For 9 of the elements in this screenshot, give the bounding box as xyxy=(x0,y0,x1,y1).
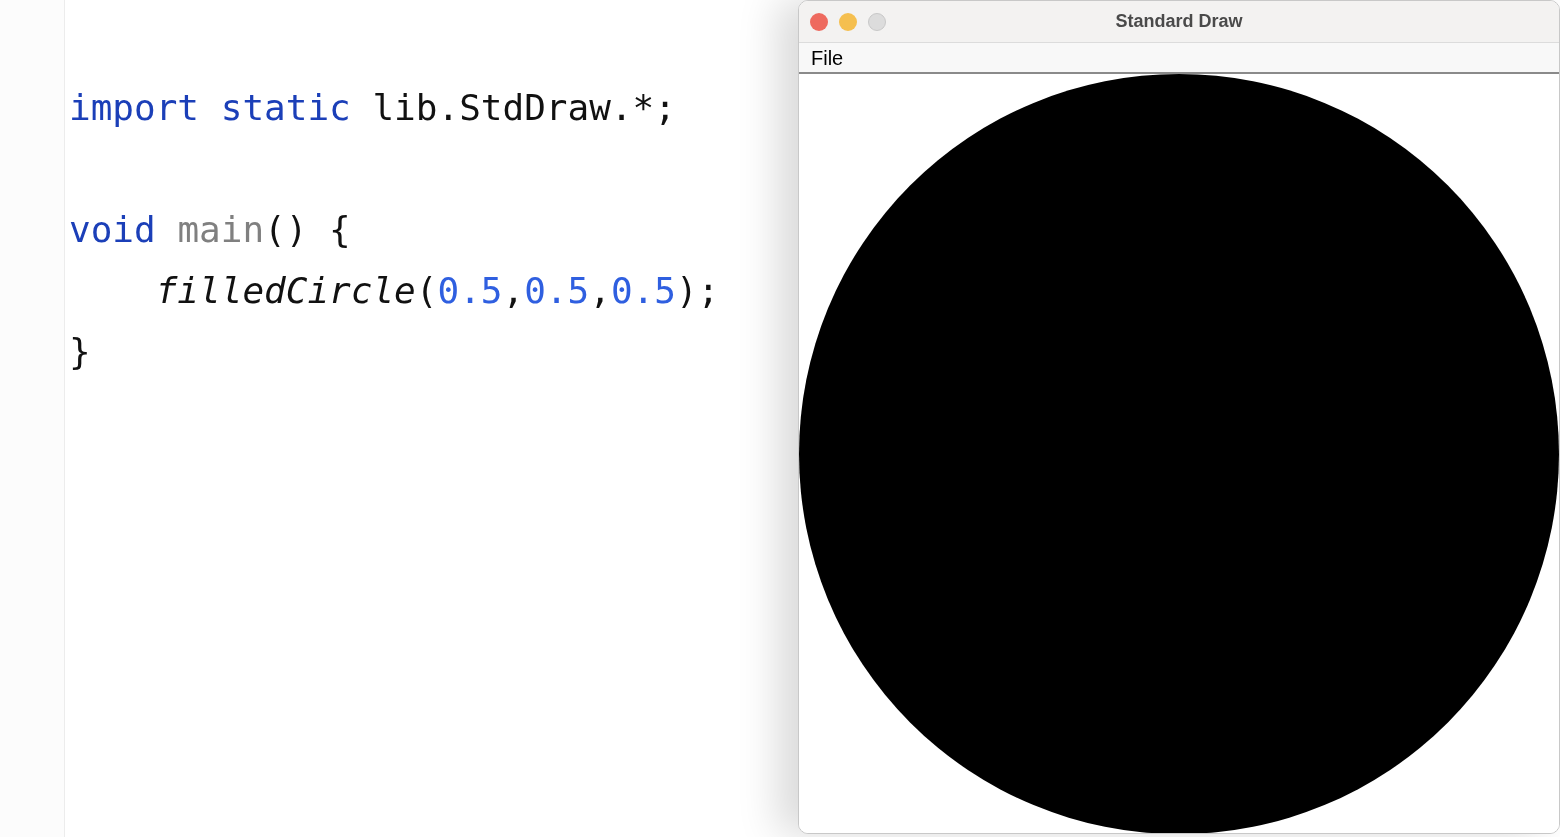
menu-item[interactable]: File xyxy=(811,42,844,73)
code-line: filledCircle(0.5,0.5,0.5); xyxy=(154,269,720,313)
code-line: } xyxy=(69,330,92,374)
code-line: void main() { xyxy=(69,208,352,252)
code-line: import static lib.StdDraw.*; xyxy=(69,86,677,130)
window-title: Standard Draw xyxy=(1115,10,1243,33)
close-button[interactable] xyxy=(810,12,828,31)
minimize-button[interactable] xyxy=(839,12,857,31)
zoom-button[interactable] xyxy=(868,12,886,31)
